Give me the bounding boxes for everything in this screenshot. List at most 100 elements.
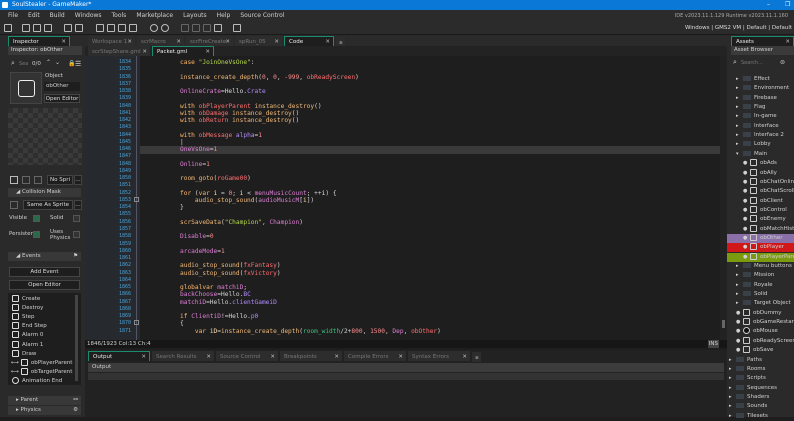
new-file-icon[interactable] (22, 24, 30, 32)
new-sprite-icon[interactable] (22, 176, 30, 184)
asset-item[interactable]: ▸ Rooms (727, 365, 794, 374)
output-tab[interactable]: Output ✕ (88, 351, 150, 361)
events-section[interactable]: ◢ Events ⚑ (8, 252, 81, 261)
open-event-editor-button[interactable]: Open Editor (9, 280, 80, 290)
settings-icon[interactable] (150, 24, 158, 32)
persistent-checkbox[interactable] (33, 231, 40, 238)
output-tab[interactable]: Source Control ✕ (216, 351, 278, 361)
restore-button[interactable]: ❐ (785, 0, 790, 10)
asset-item[interactable]: ▸ Interface 2 (727, 131, 794, 140)
event-item[interactable]: Destroy (12, 304, 43, 313)
close-icon[interactable]: ✕ (462, 352, 467, 362)
menu-edit[interactable]: Edit (28, 12, 40, 19)
output-tab[interactable]: Breakpoints ✕ (280, 351, 342, 361)
asset-item[interactable]: ▸ Tilesets (727, 412, 794, 421)
asset-item[interactable]: ▸ Effect (727, 75, 794, 84)
stop-icon[interactable] (118, 24, 126, 32)
file-tab[interactable]: Packet.gml ✕ (152, 46, 214, 56)
output-tab[interactable]: Search Results ✕ (152, 351, 214, 361)
close-icon[interactable]: ✕ (270, 352, 275, 362)
chevron-right-icon[interactable]: ▸ (736, 84, 743, 93)
menu-windows[interactable]: Windows (75, 12, 102, 19)
chevron-right-icon[interactable]: ▸ (736, 140, 743, 149)
chevron-right-icon[interactable]: ▸ (736, 281, 743, 290)
asset-item[interactable]: ● obDummy (727, 308, 794, 318)
asset-item[interactable]: ▸ Solid (727, 290, 794, 299)
asset-item[interactable]: ▸ Paths (727, 356, 794, 365)
menu-build[interactable]: Build (50, 12, 65, 19)
sprite-select[interactable]: No Spri (47, 175, 73, 185)
fold-toggle-icon[interactable] (134, 196, 139, 202)
asset-item[interactable]: ● obChatOnline (727, 177, 794, 187)
chevron-right-icon[interactable]: ▸ (736, 131, 743, 140)
output-tab[interactable]: Syntax Errors ✕ (408, 351, 470, 361)
menu-marketplace[interactable]: Marketplace (136, 12, 173, 19)
asset-item[interactable]: ● obClient (727, 196, 794, 206)
asset-item[interactable]: ● obGameRestart (727, 318, 794, 327)
clean-icon[interactable] (129, 24, 137, 32)
chevron-right-icon[interactable]: ▸ (736, 262, 743, 271)
solid-checkbox[interactable] (73, 215, 80, 222)
asset-item[interactable]: ▸ Mission (727, 271, 794, 280)
asset-item[interactable]: ▸ Shaders (727, 393, 794, 402)
chevron-up-icon[interactable]: ⌃ (46, 59, 51, 66)
chevron-right-icon[interactable]: ▸ (736, 299, 743, 308)
edit-sprite-icon[interactable] (10, 176, 18, 184)
sprite-brush-icon[interactable] (34, 176, 42, 184)
asset-item[interactable]: ● obAds (727, 159, 794, 168)
sprite-more-button[interactable]: … (74, 175, 82, 185)
tab-scrmacro[interactable]: scrMacro ✕ (137, 36, 184, 46)
save-icon[interactable] (44, 24, 52, 32)
event-item[interactable]: Alarm 0 (12, 331, 43, 340)
menu-source-control[interactable]: Source Control (240, 12, 284, 19)
search-input[interactable]: Sea (19, 61, 28, 67)
chevron-right-icon[interactable]: ▸ (736, 112, 743, 121)
output-tab[interactable]: Compile Errors ✕ (344, 351, 406, 361)
asset-item[interactable]: ▸ Firebase (727, 94, 794, 103)
add-event-button[interactable]: Add Event (9, 267, 80, 277)
scrollbar-thumb[interactable] (722, 320, 725, 328)
file-tab[interactable]: scrStepShare.gml ✕ (88, 46, 150, 56)
mask-more-button[interactable]: … (74, 200, 82, 210)
asset-item[interactable]: ● obMatchHistory (727, 224, 794, 234)
event-item[interactable]: End Step (12, 322, 47, 331)
monitor-icon[interactable] (233, 24, 241, 32)
chevron-right-icon[interactable]: ▸ (736, 290, 743, 299)
chevron-down-icon[interactable]: ▾ (736, 150, 743, 159)
uses-physics-checkbox[interactable] (73, 231, 80, 238)
menu-help[interactable]: Help (217, 12, 231, 19)
menu-tools[interactable]: Tools (112, 12, 127, 19)
asset-search-input[interactable]: Search... (741, 60, 763, 66)
collision-mask-select[interactable]: Same As Sprite (23, 200, 73, 210)
tab-scrfirecreate[interactable]: scrFireCreate ✕ (186, 36, 233, 46)
tab-code[interactable]: Code ✕ (284, 36, 334, 46)
debug-icon[interactable] (96, 24, 104, 32)
filter-icon[interactable]: ⊜ (780, 59, 785, 66)
close-icon[interactable]: ✕ (141, 352, 146, 362)
menu-file[interactable]: File (8, 12, 18, 19)
object-name-field[interactable]: obOther (44, 82, 80, 91)
close-icon[interactable]: ✕ (206, 352, 211, 362)
gamepad-icon[interactable] (214, 24, 222, 32)
asset-item[interactable]: ● obChatScroll (727, 187, 794, 196)
open-folder-icon[interactable] (33, 24, 41, 32)
chevron-right-icon[interactable]: ▸ (729, 412, 736, 421)
output-filter[interactable] (88, 373, 724, 380)
asset-item[interactable]: ● obControl (727, 205, 794, 215)
tab-inspector[interactable]: Inspector ✕ (8, 36, 70, 46)
chevron-right-icon[interactable]: ▸ (736, 122, 743, 131)
asset-item[interactable]: ▸ Interface (727, 122, 794, 131)
asset-item[interactable]: ● obAlly (727, 168, 794, 178)
open-editor-button[interactable]: Open Editor (44, 94, 80, 103)
code-scrollbar[interactable] (720, 56, 727, 340)
asset-item[interactable]: ▸ Sounds (727, 402, 794, 411)
parent-section[interactable]: ▸ Parent ⚯ (8, 396, 81, 405)
close-icon[interactable]: ✕ (398, 352, 403, 362)
add-tab-button[interactable]: ▪ (472, 352, 481, 362)
event-list-scrollbar[interactable] (75, 295, 78, 381)
chevron-down-icon[interactable]: ⌄ (55, 59, 60, 66)
asset-item[interactable]: ● obMouse (727, 327, 794, 336)
close-icon[interactable]: ✕ (334, 352, 339, 362)
chevron-right-icon[interactable]: ▸ (729, 393, 736, 402)
asset-item[interactable]: ▾ Main (727, 150, 794, 159)
